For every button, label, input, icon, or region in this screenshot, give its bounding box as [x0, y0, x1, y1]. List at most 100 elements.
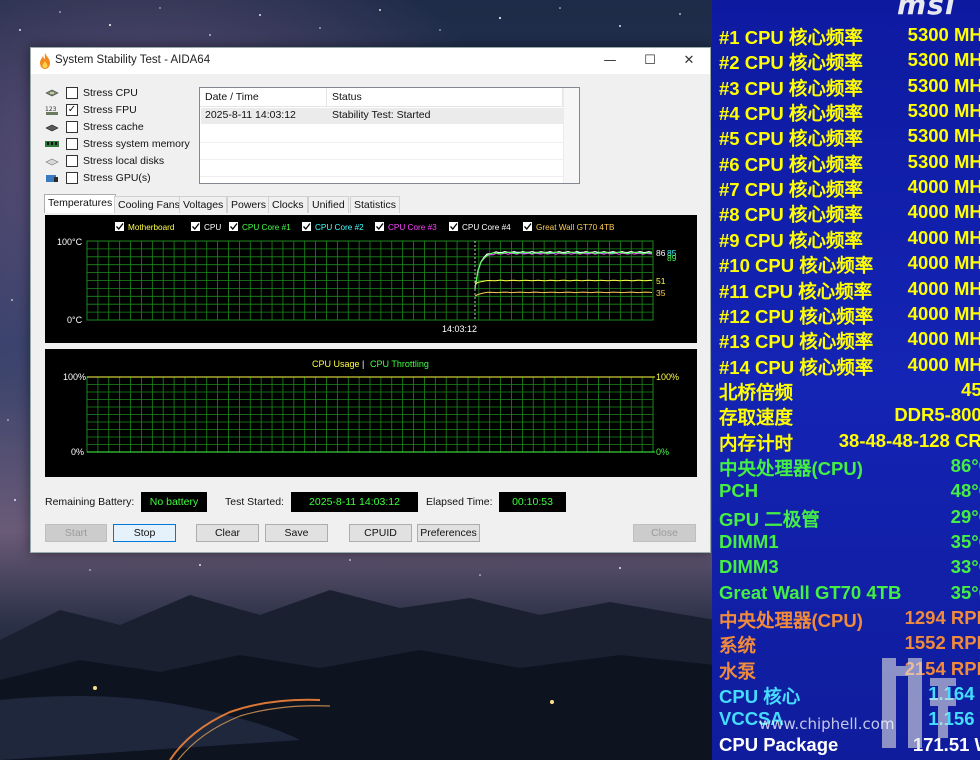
remaining-battery-value: No battery: [141, 492, 207, 512]
remaining-battery-label: Remaining Battery:: [45, 496, 135, 508]
temp-y-top-label: 100°C: [57, 237, 83, 247]
stability-test-window: System Stability Test - AIDA64 — ☐ ✕ Str…: [30, 47, 711, 553]
osd-row-value: 5300 MHz: [907, 74, 980, 96]
osd-row-label: #13 CPU 核心频率: [719, 331, 874, 353]
osd-row-value: 4000 MHz: [907, 353, 980, 375]
osd-row-label: 存取速度: [719, 407, 794, 429]
tab-temperatures[interactable]: Temperatures: [44, 194, 117, 213]
save-button[interactable]: Save: [265, 524, 328, 542]
stress-fpu-checkbox[interactable]: ✓: [66, 104, 78, 116]
osd-row-value: 4000 MHz: [907, 328, 980, 350]
osd-row-label: #5 CPU 核心频率: [719, 128, 863, 150]
cache-chip-icon: [45, 124, 59, 132]
osd-row: PCH 48°C: [719, 480, 980, 505]
osd-row: #14 CPU 核心频率 4000 MHz: [719, 354, 980, 379]
temp-series-line: [474, 251, 653, 289]
osd-row-label: #1 CPU 核心频率: [719, 27, 863, 48]
log-cell-datetime[interactable]: 2025-8-11 14:03:12: [200, 107, 301, 123]
stress-disks-option[interactable]: Stress local disks: [45, 154, 195, 170]
osd-row-label: 内存计时: [719, 432, 794, 454]
osd-row: GPU 二极管 29°C: [719, 506, 980, 531]
elapsed-time-label: Elapsed Time:: [426, 496, 493, 508]
column-header-datetime[interactable]: Date / Time: [200, 88, 327, 107]
usage-y-bottom-left: 0%: [71, 447, 84, 457]
osd-row-label: #14 CPU 核心频率: [719, 356, 874, 378]
tab-statistics[interactable]: Statistics: [350, 196, 401, 213]
stress-cache-option[interactable]: Stress cache: [45, 120, 195, 136]
osd-row-value: 86°C: [950, 454, 980, 476]
tab-cooling-fans[interactable]: Cooling Fans: [114, 196, 184, 213]
osd-row-value: 4000 MHz: [907, 277, 980, 299]
osd-row: 中央处理器(CPU) 1294 RPM: [719, 607, 980, 632]
window-title: System Stability Test - AIDA64: [55, 54, 211, 66]
cpuid-button[interactable]: CPUID: [349, 524, 412, 542]
osd-row: DIMM3 33°C: [719, 556, 980, 581]
watermark-text: www.chiphell.com: [759, 715, 895, 733]
stress-cache-checkbox[interactable]: [66, 121, 78, 133]
stress-cpu-option[interactable]: Stress CPU: [45, 86, 195, 102]
minimize-button[interactable]: —: [595, 50, 625, 72]
osd-row-label: #7 CPU 核心频率: [719, 179, 863, 201]
osd-row: #6 CPU 核心频率 5300 MHz: [719, 151, 980, 176]
temp-end-value-ssd: 35: [656, 288, 666, 298]
tab-clocks[interactable]: Clocks: [268, 196, 308, 213]
title-bar[interactable]: System Stability Test - AIDA64 — ☐ ✕: [31, 48, 710, 74]
temp-y-bottom-label: 0°C: [67, 315, 83, 325]
osd-row: 系统 1552 RPM: [719, 632, 980, 657]
osd-row-label: #4 CPU 核心频率: [719, 103, 863, 125]
tab-voltages[interactable]: Voltages: [179, 196, 228, 213]
column-header-status[interactable]: Status: [327, 88, 563, 107]
osd-row-label: PCH: [719, 480, 759, 502]
osd-row-label: #2 CPU 核心频率: [719, 52, 863, 74]
osd-row-value: 45x: [961, 378, 980, 400]
maximize-button[interactable]: ☐: [635, 50, 665, 72]
start-button[interactable]: Start: [45, 524, 107, 542]
status-log-table[interactable]: Date / Time Status 2025-8-11 14:03:12 St…: [199, 87, 580, 184]
stop-button[interactable]: Stop: [113, 524, 176, 542]
stress-cpu-checkbox[interactable]: [66, 87, 78, 99]
osd-row: #4 CPU 核心频率 5300 MHz: [719, 100, 980, 125]
clear-button[interactable]: Clear: [196, 524, 259, 542]
stress-gpu-checkbox[interactable]: [66, 172, 78, 184]
legend-label: CPU Core #3: [388, 223, 437, 232]
osd-row: #7 CPU 核心频率 4000 MHz: [719, 176, 980, 201]
cpu-chip-icon: [45, 89, 59, 97]
osd-row: #13 CPU 核心频率 4000 MHz: [719, 328, 980, 353]
stress-memory-option[interactable]: Stress system memory: [45, 137, 195, 153]
temp-x-time-label: 14:03:12: [442, 324, 477, 334]
usage-title-left: CPU Usage: [312, 359, 360, 369]
log-cell-status[interactable]: Stability Test: Started: [327, 107, 435, 123]
row-divider: [200, 176, 563, 177]
osd-row-value: 4000 MHz: [907, 252, 980, 274]
osd-row: #11 CPU 核心频率 4000 MHz: [719, 278, 980, 303]
osd-row: #1 CPU 核心频率 5300 MHz: [719, 24, 980, 49]
osd-row-value: 5300 MHz: [907, 150, 980, 172]
close-window-button[interactable]: ✕: [674, 50, 704, 72]
osd-row-value: DDR5-8000: [894, 404, 980, 426]
osd-row-label: #3 CPU 核心频率: [719, 77, 863, 99]
osd-row-value: 5300 MHz: [907, 100, 980, 122]
osd-row-label: 中央处理器(CPU): [719, 457, 863, 479]
stress-disks-checkbox[interactable]: [66, 155, 78, 167]
test-started-value: 2025-8-11 14:03:12: [291, 492, 418, 512]
tab-unified[interactable]: Unified: [308, 196, 349, 213]
stress-memory-checkbox[interactable]: [66, 138, 78, 150]
osd-row-value: 38-48-48-128 CR2: [838, 429, 980, 451]
osd-row: #2 CPU 核心频率 5300 MHz: [719, 49, 980, 74]
stress-fpu-option[interactable]: 123 ✓ Stress FPU: [45, 103, 195, 119]
close-button[interactable]: Close: [633, 524, 696, 542]
tab-powers[interactable]: Powers: [227, 196, 271, 213]
osd-row-value: 5300 MHz: [907, 49, 980, 71]
osd-row-value: 1552 RPM: [904, 632, 980, 654]
osd-row: #5 CPU 核心频率 5300 MHz: [719, 125, 980, 150]
osd-row-value: 1294 RPM: [904, 607, 980, 629]
osd-row: DIMM1 35°C: [719, 531, 980, 556]
log-scrollbar[interactable]: [563, 88, 579, 183]
osd-row: #10 CPU 核心频率 4000 MHz: [719, 252, 980, 277]
legend-label: CPU Core #4: [462, 223, 511, 232]
cpu-usage-chart-panel: CPU Usage | CPU Throttling 100% 0% 100% …: [45, 349, 697, 477]
osd-row-label: 水泵: [719, 660, 757, 682]
stress-gpu-option[interactable]: Stress GPU(s): [45, 171, 195, 187]
preferences-button[interactable]: Preferences: [417, 524, 480, 542]
osd-row-label: #12 CPU 核心频率: [719, 305, 874, 327]
